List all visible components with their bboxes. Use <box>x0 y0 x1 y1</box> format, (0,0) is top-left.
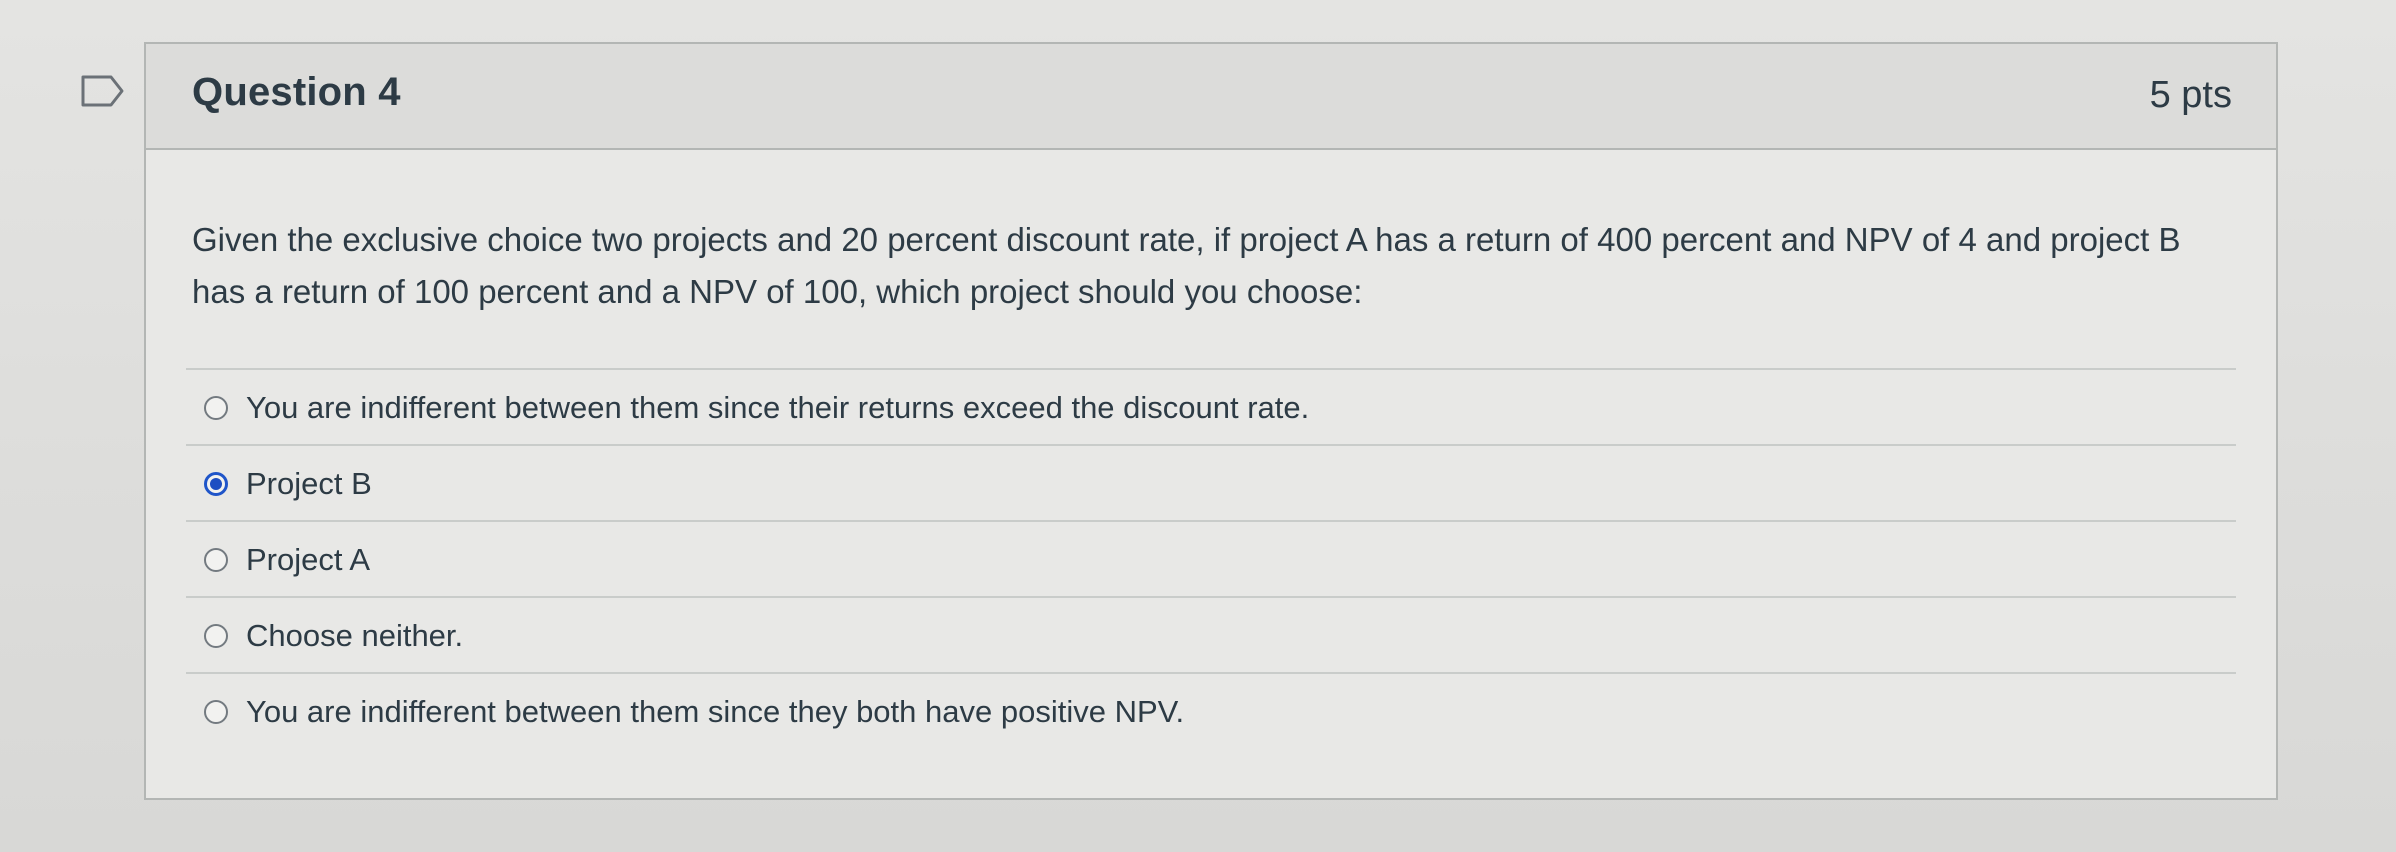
answer-option-2[interactable]: Project B <box>186 446 2236 522</box>
radio-button-icon[interactable] <box>204 700 228 724</box>
question-card: Question 4 5 pts Given the exclusive cho… <box>144 42 2278 800</box>
answer-label[interactable]: Choose neither. <box>246 616 463 656</box>
question-text: Given the exclusive choice two projects … <box>192 221 2181 310</box>
question-title: Question 4 <box>192 70 401 114</box>
answer-label[interactable]: Project B <box>246 464 372 504</box>
question-header: Question 4 5 pts <box>146 44 2276 150</box>
answer-list: You are indifferent between them since t… <box>186 370 2236 750</box>
bookmark-flag-icon[interactable] <box>80 74 126 108</box>
radio-button-icon[interactable] <box>204 624 228 648</box>
answer-label[interactable]: Project A <box>246 540 370 580</box>
answer-label[interactable]: You are indifferent between them since t… <box>246 388 1309 428</box>
question-points: 5 pts <box>2149 74 2232 116</box>
radio-button-icon[interactable] <box>204 548 228 572</box>
radio-button-icon[interactable] <box>204 396 228 420</box>
answer-option-1[interactable]: You are indifferent between them since t… <box>186 370 2236 446</box>
answer-label[interactable]: You are indifferent between them since t… <box>246 692 1184 732</box>
radio-button-selected-icon[interactable] <box>204 472 228 496</box>
answer-option-5[interactable]: You are indifferent between them since t… <box>186 674 2236 750</box>
answer-option-4[interactable]: Choose neither. <box>186 598 2236 674</box>
answer-option-3[interactable]: Project A <box>186 522 2236 598</box>
